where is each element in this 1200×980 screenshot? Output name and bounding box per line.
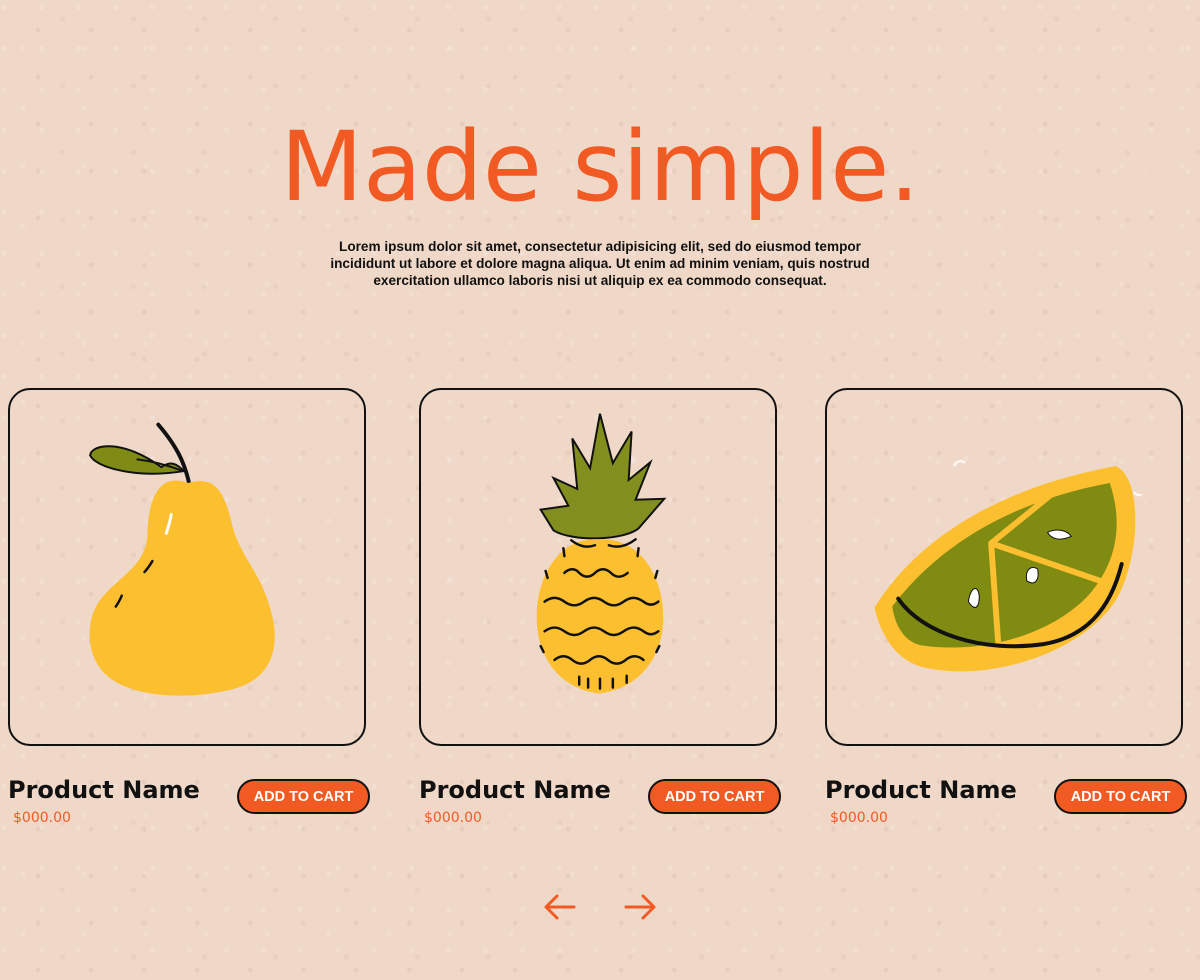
hero-title: Made simple. [280, 111, 920, 223]
add-to-cart-button[interactable]: ADD TO CART [237, 779, 370, 814]
product-card-pear: Product Name $000.00 ADD TO CART [8, 388, 370, 830]
hero-description: Lorem ipsum dolor sit amet, consectetur … [330, 239, 870, 288]
product-image-frame[interactable] [419, 388, 777, 746]
pear-icon [89, 422, 275, 696]
orange-slice-icon [874, 459, 1142, 672]
add-to-cart-button[interactable]: ADD TO CART [648, 779, 781, 814]
product-name: Product Name [8, 776, 200, 804]
product-info: Product Name $000.00 ADD TO CART [419, 770, 781, 830]
product-card-pineapple: Product Name $000.00 ADD TO CART [419, 388, 781, 830]
arrow-left-icon [544, 894, 576, 920]
carousel-navigation [540, 886, 660, 928]
product-price: $000.00 [13, 810, 71, 826]
product-info: Product Name $000.00 ADD TO CART [8, 770, 370, 830]
product-image-frame[interactable] [8, 388, 366, 746]
next-button[interactable] [620, 886, 660, 928]
product-card-orange-slice: Product Name $000.00 ADD TO CART [825, 388, 1187, 830]
product-image-frame[interactable] [825, 388, 1183, 746]
product-price: $000.00 [830, 810, 888, 826]
arrow-right-icon [624, 894, 656, 920]
product-info: Product Name $000.00 ADD TO CART [825, 770, 1187, 830]
product-name: Product Name [419, 776, 611, 804]
pineapple-icon [536, 413, 667, 694]
product-name: Product Name [825, 776, 1017, 804]
add-to-cart-button[interactable]: ADD TO CART [1054, 779, 1187, 814]
previous-button[interactable] [540, 886, 580, 928]
product-price: $000.00 [424, 810, 482, 826]
